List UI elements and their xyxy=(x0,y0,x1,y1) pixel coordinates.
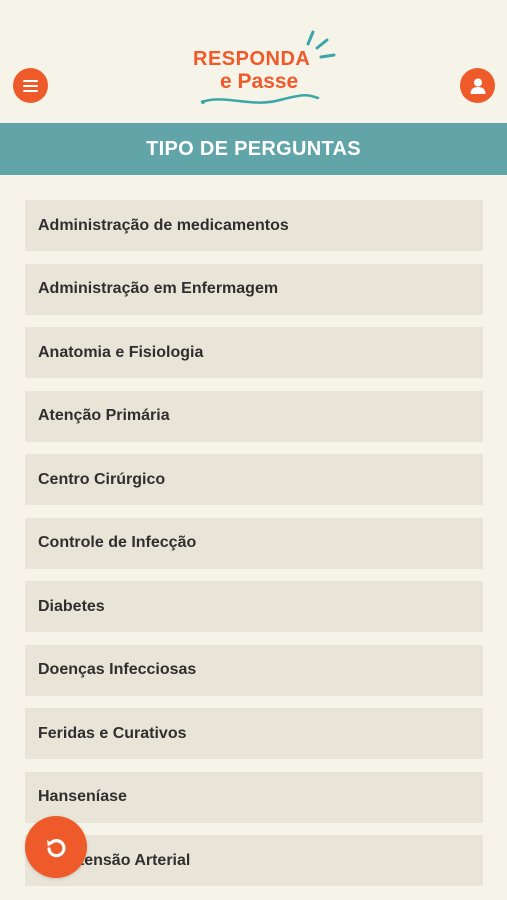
logo-text-responda: RESPONDA xyxy=(193,48,311,70)
category-label: Doenças Infecciosas xyxy=(38,661,197,678)
category-item-atencao-primaria[interactable]: Atenção Primária xyxy=(25,390,483,442)
category-item-hanseniase[interactable]: Hanseníase xyxy=(25,771,483,823)
user-icon xyxy=(470,78,485,94)
category-label: Diabetes xyxy=(38,597,105,615)
category-list: Administração de medicamentos Administra… xyxy=(25,200,483,899)
app-header: RESPONDA e Passe xyxy=(0,0,507,123)
category-item-hipertensao-arterial[interactable]: Hipertensão Arterial xyxy=(25,835,483,886)
menu-button[interactable] xyxy=(13,68,48,103)
category-label: Administração em Enfermagem xyxy=(38,280,279,297)
category-item-anatomia-fisiologia[interactable]: Anatomia e Fisiologia xyxy=(25,327,483,378)
undo-fab-button[interactable] xyxy=(25,816,87,878)
category-item-administracao-medicamentos[interactable]: Administração de medicamentos xyxy=(25,200,483,251)
section-title-bar: TIPO DE PERGUNTAS xyxy=(0,123,507,175)
category-item-feridas-curativos[interactable]: Feridas e Curativos xyxy=(25,708,483,759)
hamburger-menu-icon xyxy=(23,79,38,92)
category-item-controle-infeccao[interactable]: Controle de Infecção xyxy=(25,517,483,569)
category-label: Administração de medicamentos xyxy=(38,216,289,234)
category-item-doencas-infecciosas[interactable]: Doenças Infecciosas xyxy=(25,644,483,696)
category-label: Centro Cirúrgico xyxy=(38,470,166,488)
profile-button[interactable] xyxy=(460,68,495,103)
undo-icon xyxy=(47,839,66,858)
category-label: Feridas e Curativos xyxy=(38,724,187,742)
category-item-diabetes[interactable]: Diabetes xyxy=(25,581,483,632)
category-label: Anatomia e Fisiologia xyxy=(38,343,204,361)
category-item-administracao-enfermagem[interactable]: Administração em Enfermagem xyxy=(25,263,483,315)
category-label: Atenção Primária xyxy=(38,407,170,424)
logo-text-e-passe: e Passe xyxy=(220,70,299,93)
app-logo: RESPONDA e Passe xyxy=(190,24,340,114)
category-label: Hanseníase xyxy=(38,788,127,805)
category-item-centro-cirurgico[interactable]: Centro Cirúrgico xyxy=(25,454,483,505)
category-label: Controle de Infecção xyxy=(38,534,197,551)
page-title: TIPO DE PERGUNTAS xyxy=(146,137,361,160)
